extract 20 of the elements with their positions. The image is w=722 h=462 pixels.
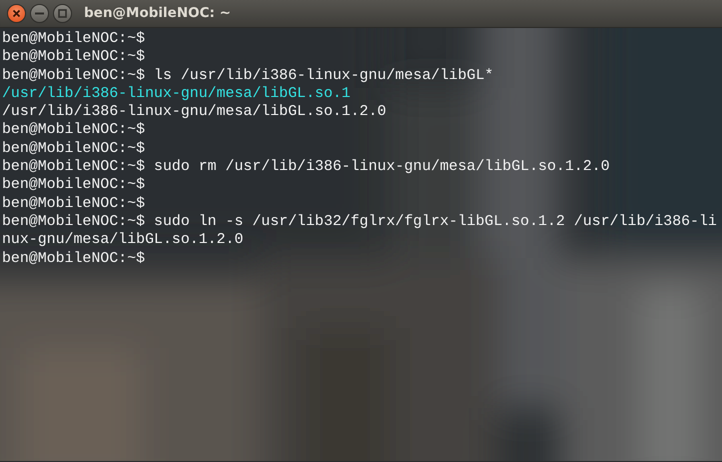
symlink-path: /usr/lib/i386-linux-gnu/mesa/libGL.so.1 — [2, 84, 352, 104]
close-button[interactable] — [7, 4, 26, 23]
maximize-icon — [58, 9, 67, 18]
terminal-line: ben@MobileNOC:~$ sudo rm /usr/lib/i386-linux-gnu/mesa/libGL.so.1.2.0 — [2, 158, 611, 176]
maximize-button[interactable] — [53, 4, 72, 23]
window-title: ben@MobileNOC: ~ — [84, 4, 231, 24]
terminal-line: /usr/lib/i386-linux-gnu/mesa/libGL.so.1.2.0 — [2, 103, 388, 122]
terminal-line: ben@MobileNOC:~$ — [2, 30, 146, 48]
terminal-line: ben@MobileNOC:~$ — [2, 194, 146, 213]
terminal-line: ben@MobileNOC:~$ ls /usr/lib/i386-linux-gnu/mesa/libGL* — [2, 66, 494, 85]
terminal-line: ben@MobileNOC:~$ — [2, 121, 146, 140]
terminal-line: ben@MobileNOC:~$ — [2, 176, 146, 195]
terminal-line: nux-gnu/mesa/libGL.so.1.2.0 — [2, 231, 244, 250]
terminal-line: ben@MobileNOC:~$ — [2, 140, 146, 158]
terminal-line: ben@MobileNOC:~$ sudo ln -s /usr/lib32/fglrx/fglrx-libGL.so.1.2 /usr/lib/i386-li — [2, 212, 718, 232]
minimize-button[interactable] — [30, 4, 49, 23]
close-icon — [12, 9, 21, 18]
minimize-icon — [35, 12, 44, 15]
terminal-line: ben@MobileNOC:~$ — [2, 48, 146, 67]
terminal-line: ben@MobileNOC:~$ — [2, 250, 146, 268]
